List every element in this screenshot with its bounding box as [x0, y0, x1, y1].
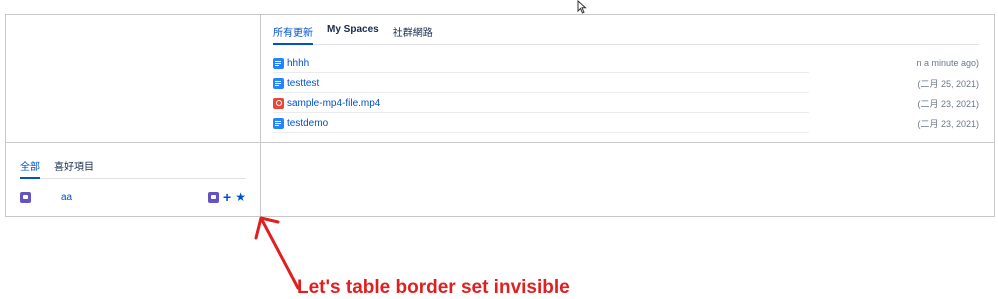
update-link[interactable]: hhhh: [287, 58, 309, 69]
update-link[interactable]: testdemo: [287, 118, 328, 129]
update-timestamp: (二月 23, 2021): [917, 118, 979, 129]
tab-favorites[interactable]: 喜好項目: [54, 158, 94, 179]
media-file-icon: [273, 97, 284, 109]
update-timestamp: (二月 25, 2021): [917, 78, 979, 89]
spaces-panel: 全部 喜好項目 aa + ★: [20, 158, 246, 206]
tab-all-spaces[interactable]: 全部: [20, 158, 40, 179]
add-icon[interactable]: +: [223, 190, 231, 204]
page-icon: [273, 77, 284, 89]
spaces-tabs: 全部 喜好項目: [20, 158, 246, 179]
update-item: hhhh n a minute ago): [273, 53, 979, 73]
space-item: aa + ★: [20, 188, 246, 206]
update-timestamp: n a minute ago): [916, 58, 979, 68]
top-left-cell: [5, 14, 261, 143]
space-folder-icon[interactable]: [208, 191, 220, 203]
tab-network[interactable]: 社群網路: [393, 24, 433, 45]
tab-all-updates[interactable]: 所有更新: [273, 24, 313, 45]
update-link[interactable]: testtest: [287, 78, 319, 89]
update-item: sample-mp4-file.mp4 (二月 23, 2021): [273, 93, 979, 113]
update-timestamp: (二月 23, 2021): [917, 98, 979, 109]
annotation-text: Let's table border set invisible: [297, 277, 570, 298]
page-icon: [273, 57, 284, 69]
update-item: testdemo (二月 23, 2021): [273, 113, 979, 133]
updates-tabs: 所有更新 My Spaces 社群網路: [273, 24, 979, 45]
update-item: testtest (二月 25, 2021): [273, 73, 979, 93]
bottom-right-cell: [260, 142, 995, 217]
space-actions: + ★: [208, 190, 246, 204]
space-icon: [20, 191, 31, 203]
mouse-cursor-icon: [577, 0, 587, 14]
page-icon: [273, 117, 284, 129]
space-link[interactable]: aa: [61, 192, 72, 203]
star-icon[interactable]: ★: [235, 191, 246, 203]
tab-my-spaces[interactable]: My Spaces: [327, 24, 379, 45]
updates-list: hhhh n a minute ago) testtest (二月 25, 20…: [273, 53, 979, 133]
recent-updates-panel: 所有更新 My Spaces 社群網路 hhhh n a minute ago)…: [273, 24, 979, 133]
update-link[interactable]: sample-mp4-file.mp4: [287, 98, 380, 109]
